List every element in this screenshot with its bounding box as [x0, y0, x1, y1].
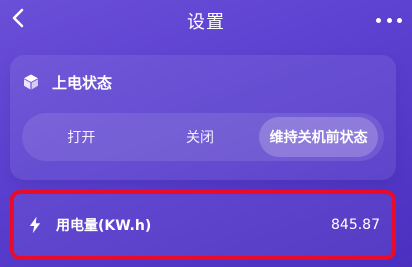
option-keep-previous-state-label: 维持关机前状态 — [269, 130, 368, 146]
option-open-label: 打开 — [67, 130, 96, 146]
energy-usage-value: 845.87 — [331, 217, 380, 233]
power-on-state-title: 上电状态 — [52, 73, 113, 92]
lightning-icon — [26, 216, 44, 234]
app-header: 设置 — [0, 0, 412, 40]
more-dot — [386, 17, 392, 23]
more-dot — [397, 17, 402, 23]
option-open[interactable]: 打开 — [22, 117, 141, 157]
energy-usage-card[interactable]: 用电量(KW.h) 845.87 — [10, 190, 396, 260]
power-on-state-card: 上电状态 打开 关闭 维持关机前状态 — [10, 55, 396, 180]
more-options-button[interactable] — [376, 10, 402, 30]
page-title: 设置 — [187, 12, 225, 33]
power-on-state-header: 上电状态 — [22, 71, 112, 93]
energy-usage-label: 用电量(KW.h) — [56, 218, 152, 234]
cube-icon — [22, 73, 40, 91]
energy-usage-row: 用电量(KW.h) 845.87 — [26, 194, 380, 256]
option-close-label: 关闭 — [186, 130, 214, 146]
option-close[interactable]: 关闭 — [141, 117, 260, 157]
power-on-state-segmented-control: 打开 关闭 维持关机前状态 — [22, 113, 384, 161]
more-dot — [376, 17, 381, 23]
option-keep-previous-state[interactable]: 维持关机前状态 — [259, 117, 379, 157]
energy-usage-left: 用电量(KW.h) — [26, 215, 151, 235]
